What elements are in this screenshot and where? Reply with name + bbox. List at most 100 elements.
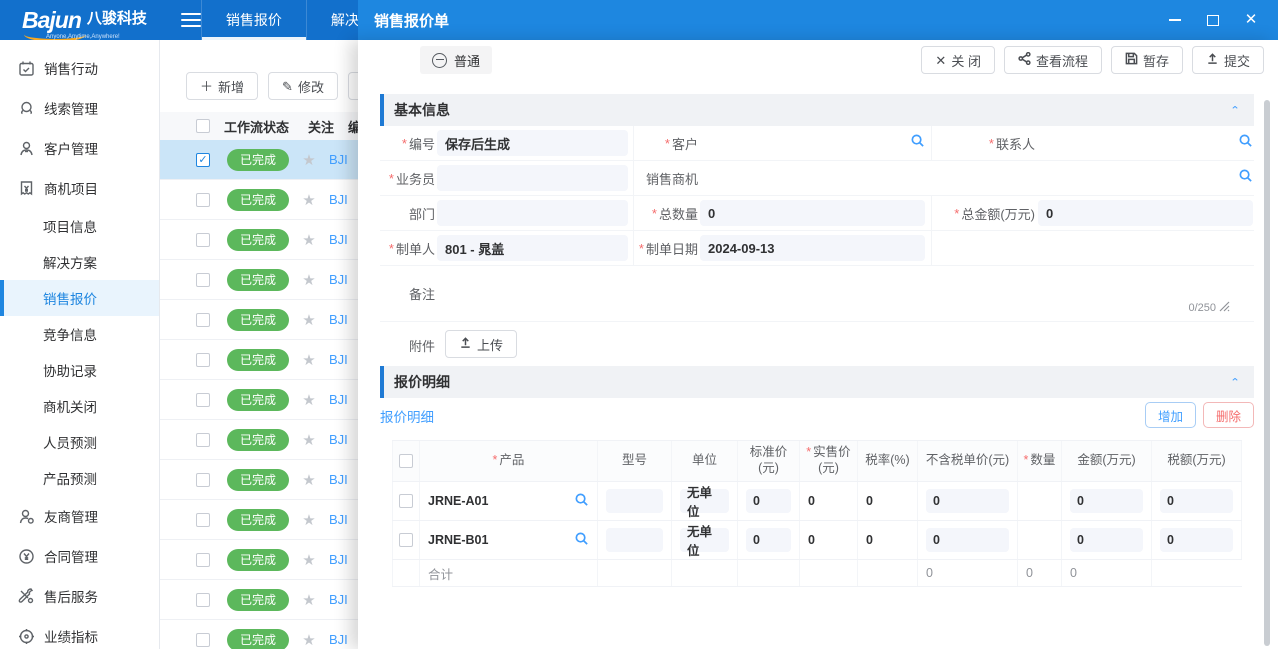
quote-code-link[interactable]: BJI [329, 312, 348, 327]
maximize-icon[interactable] [1206, 13, 1220, 27]
add-button[interactable]: ＋新增 [186, 72, 258, 100]
chevron-up-icon[interactable]: ⌃ [1230, 376, 1240, 388]
detail-table-row[interactable]: JRNE-B01无单位000000 [392, 521, 1242, 560]
minimize-icon[interactable] [1168, 13, 1182, 27]
close-icon[interactable]: ✕ [1244, 13, 1258, 27]
quote-code-link[interactable]: BJI [329, 232, 348, 247]
row-checkbox[interactable] [196, 593, 210, 607]
row-checkbox[interactable] [196, 633, 210, 647]
model-input[interactable] [606, 489, 663, 513]
table-row[interactable]: 已完成★BJI [160, 580, 358, 620]
row-checkbox[interactable] [196, 193, 210, 207]
sidebar-item-12[interactable]: 友商管理 [0, 496, 159, 536]
sidebar-item-1[interactable]: 线索管理 [0, 88, 159, 128]
row-checkbox[interactable] [196, 393, 210, 407]
quote-code-link[interactable]: BJI [329, 392, 348, 407]
delete-row-button[interactable]: 删除 [1203, 402, 1254, 428]
sidebar-item-6[interactable]: 销售报价 [0, 280, 159, 316]
detail-table-row[interactable]: JRNE-A01无单位000000 [392, 482, 1242, 521]
table-row[interactable]: 已完成★BJI [160, 300, 358, 340]
add-row-button[interactable]: 增加 [1145, 402, 1196, 428]
row-checkbox[interactable] [196, 233, 210, 247]
row-checkbox[interactable] [399, 494, 413, 508]
sidebar-item-4[interactable]: 项目信息 [0, 208, 159, 244]
search-icon[interactable] [910, 133, 925, 153]
star-icon[interactable]: ★ [289, 431, 329, 449]
table-row[interactable]: 已完成★BJI [160, 420, 358, 460]
quote-code-link[interactable]: BJI [329, 632, 348, 647]
star-icon[interactable]: ★ [289, 511, 329, 529]
sidebar-item-8[interactable]: 协助记录 [0, 352, 159, 388]
quote-code-link[interactable]: BJI [329, 552, 348, 567]
quote-code-link[interactable]: BJI [329, 192, 348, 207]
sidebar-item-9[interactable]: 商机关闭 [0, 388, 159, 424]
total-amount-input[interactable]: 0 [1038, 200, 1253, 226]
upload-button[interactable]: 上传 [445, 330, 517, 358]
salesperson-input[interactable] [437, 165, 628, 191]
sidebar-item-7[interactable]: 竞争信息 [0, 316, 159, 352]
star-icon[interactable]: ★ [289, 551, 329, 569]
sidebar-item-14[interactable]: 售后服务 [0, 576, 159, 616]
unit-input[interactable]: 无单位 [680, 489, 729, 513]
sidebar-item-0[interactable]: 销售行动 [0, 48, 159, 88]
search-icon[interactable] [1238, 168, 1253, 188]
price_ex_tax-input[interactable]: 0 [926, 528, 1009, 552]
select-all-checkbox[interactable] [399, 454, 413, 468]
row-checkbox[interactable] [196, 313, 210, 327]
table-row[interactable]: 已完成★BJI [160, 460, 358, 500]
quote-code-link[interactable]: BJI [329, 472, 348, 487]
amount-input[interactable]: 0 [1070, 528, 1143, 552]
quote-code-link[interactable]: BJI [329, 432, 348, 447]
quote-code-link[interactable]: BJI [329, 592, 348, 607]
number-input[interactable]: 保存后生成 [437, 130, 628, 156]
row-checkbox[interactable] [196, 433, 210, 447]
quote-code-link[interactable]: BJI [329, 272, 348, 287]
sidebar-item-13[interactable]: 合同管理 [0, 536, 159, 576]
row-checkbox[interactable]: ✓ [196, 153, 210, 167]
quote-code-link[interactable]: BJI [329, 352, 348, 367]
row-checkbox[interactable] [196, 473, 210, 487]
sidebar-item-15[interactable]: 业绩指标 [0, 616, 159, 649]
sidebar-item-3[interactable]: 商机项目 [0, 168, 159, 208]
tab-sales-quote[interactable]: 销售报价 [201, 0, 306, 40]
select-all-checkbox[interactable] [196, 119, 210, 133]
view-flow-button[interactable]: 查看流程 [1004, 46, 1102, 74]
creator-input[interactable]: 801 - 晁盖 [437, 235, 628, 261]
resize-handle-icon[interactable] [1219, 301, 1230, 315]
sidebar-item-5[interactable]: 解决方案 [0, 244, 159, 280]
quote-details-link[interactable]: 报价明细 [380, 406, 434, 426]
chevron-up-icon[interactable]: ⌃ [1230, 104, 1240, 116]
row-checkbox[interactable] [196, 353, 210, 367]
table-row[interactable]: 已完成★BJI [160, 180, 358, 220]
star-icon[interactable]: ★ [289, 351, 329, 369]
submit-button[interactable]: 提交 [1192, 46, 1264, 74]
opportunity-lookup-field[interactable] [700, 165, 1253, 191]
sidebar-item-2[interactable]: 客户管理 [0, 128, 159, 168]
delete-button[interactable]: ✕删除 [348, 72, 358, 100]
row-checkbox[interactable] [196, 273, 210, 287]
star-icon[interactable]: ★ [289, 391, 329, 409]
row-checkbox[interactable] [196, 513, 210, 527]
table-row[interactable]: 已完成★BJI [160, 540, 358, 580]
menu-hamburger-icon[interactable] [181, 13, 201, 27]
close-button[interactable]: ✕关 闭 [921, 46, 995, 74]
star-icon[interactable]: ★ [289, 151, 329, 169]
contact-lookup-field[interactable] [1038, 130, 1253, 156]
search-icon[interactable] [574, 492, 589, 510]
search-icon[interactable] [1238, 133, 1253, 153]
table-row[interactable]: 已完成★BJI [160, 380, 358, 420]
customer-lookup-field[interactable] [700, 130, 925, 156]
star-icon[interactable]: ★ [289, 271, 329, 289]
remark-textarea[interactable] [437, 266, 1254, 321]
save-draft-button[interactable]: 暂存 [1111, 46, 1183, 74]
star-icon[interactable]: ★ [289, 191, 329, 209]
table-row[interactable]: 已完成★BJI [160, 260, 358, 300]
quote-code-link[interactable]: BJI [329, 512, 348, 527]
model-input[interactable] [606, 528, 663, 552]
search-icon[interactable] [574, 531, 589, 549]
tax-input[interactable]: 0 [1160, 489, 1233, 513]
edit-button[interactable]: ✎修改 [268, 72, 338, 100]
std_price-input[interactable]: 0 [746, 528, 791, 552]
sidebar-item-10[interactable]: 人员预测 [0, 424, 159, 460]
price_ex_tax-input[interactable]: 0 [926, 489, 1009, 513]
